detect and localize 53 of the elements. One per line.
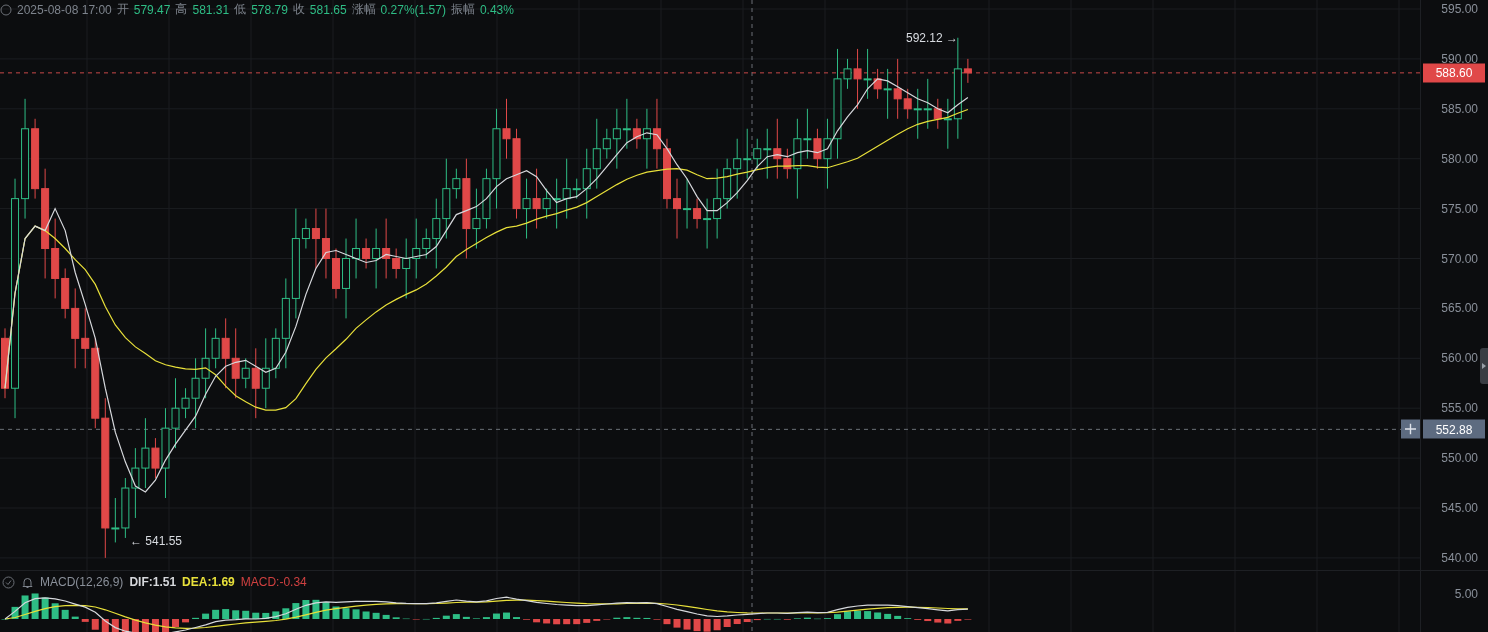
price-tick-label: 590.00 [1441,51,1478,66]
price-tick-label: 570.00 [1441,251,1478,266]
price-tick-label: 560.00 [1441,351,1478,366]
close-label: 收 [292,1,305,18]
candle [121,477,130,539]
amplitude-label: 振幅 [450,1,475,18]
low-label: 低 [234,1,247,18]
last-price-tag: 588.60 [1423,63,1485,83]
low-price-marker: ← 541.55 [130,534,183,548]
price-tick-label: 555.00 [1441,401,1478,416]
candle [261,337,270,409]
crosshair-price-tag: 552.88 [1423,419,1485,439]
high-label: 高 [175,1,188,18]
price-tick-label: 580.00 [1441,151,1478,166]
candle [1,327,9,399]
candle [733,138,742,200]
dif-value: DIF:1.51 [129,575,177,589]
price-tick-label: 565.00 [1441,301,1478,316]
amplitude-value: 0.43% [479,2,514,17]
candle [131,447,140,519]
price-tick-label: 550.00 [1441,451,1478,466]
price-tick-label: 540.00 [1441,550,1478,565]
plus-icon [1405,423,1416,435]
candle [723,158,732,210]
high-price-marker: 592.12 → [906,31,959,45]
open-value: 579.47 [133,2,171,17]
macd-tick-label: 5.00 [1454,587,1478,601]
collapse-handle[interactable] [1480,348,1488,384]
candle [652,98,661,170]
candle [332,248,340,299]
dea-value: DEA:1.69 [182,575,235,589]
price-tick-label: 585.00 [1441,101,1478,116]
price-tick-label: 575.00 [1441,201,1478,216]
open-label: 开 [116,1,129,18]
macd-value: MACD:-0.34 [240,575,307,589]
candle [673,178,681,240]
price-tick-label: 595.00 [1441,2,1478,16]
candle [713,168,722,240]
check-circle-icon[interactable] [2,575,15,589]
circle-icon[interactable] [0,3,12,16]
low-value: 578.79 [251,2,288,17]
macd-title: MACD(12,26,9) [40,575,124,589]
candle [321,208,330,279]
add-button[interactable] [1401,419,1420,439]
close-value: 581.65 [309,2,347,17]
price-tick-label: 545.00 [1441,501,1478,515]
candle-date: 2025-08-08 17:00 [17,2,112,17]
candle [663,138,671,210]
change-label: 涨幅 [351,1,376,18]
caret-icon [1482,363,1486,369]
bell-icon[interactable] [21,575,34,589]
high-value: 581.31 [192,2,230,17]
change-value: 0.27%(1.57) [380,2,446,17]
